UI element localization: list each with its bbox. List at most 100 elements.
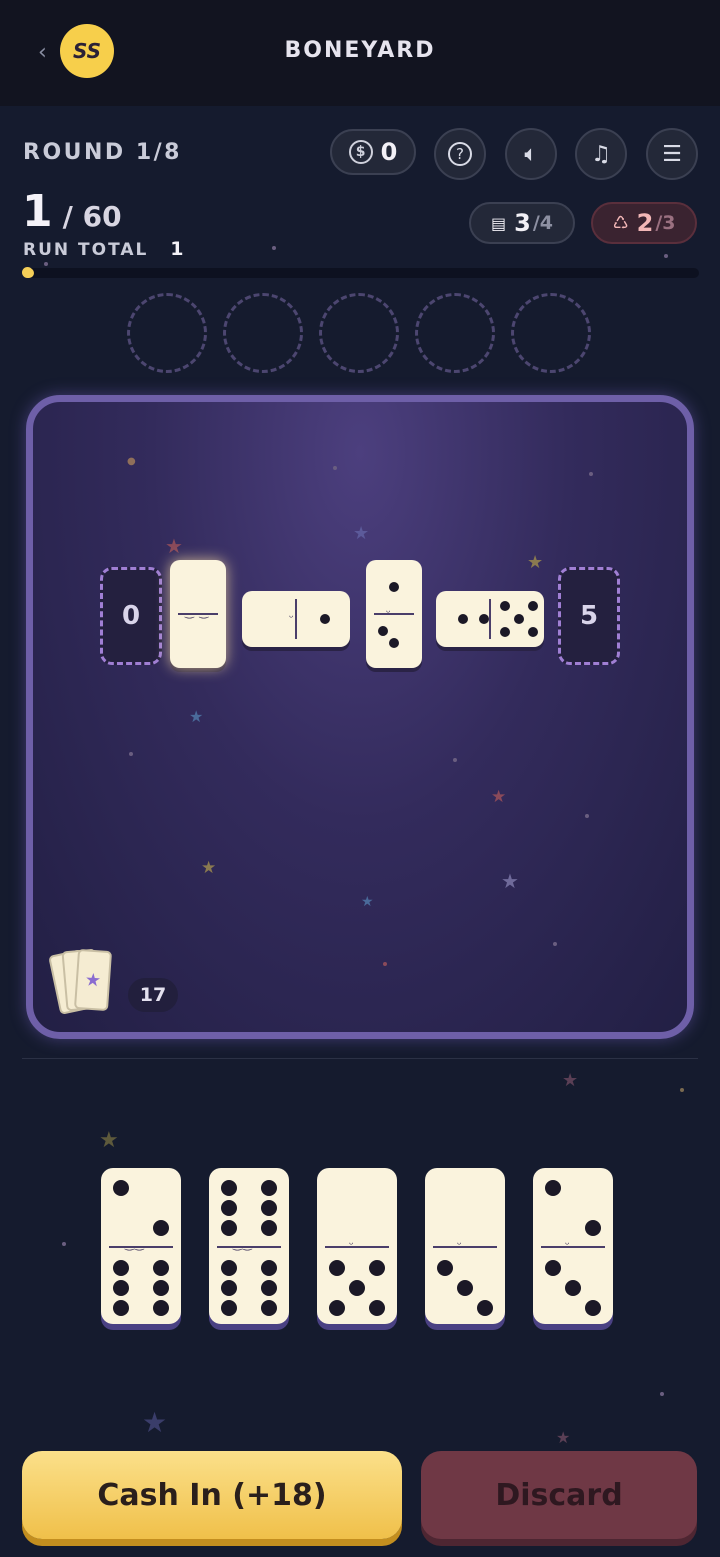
star-icon: ★ xyxy=(361,894,374,910)
hands-counter: ▤ 3 /4 xyxy=(469,202,575,244)
hand-domino-0-3[interactable]: ᵕ xyxy=(425,1168,505,1324)
star-icon: ★ xyxy=(556,1428,571,1447)
domino-face-icon: ᵕ xyxy=(565,1238,571,1251)
coins-value: 0 xyxy=(380,138,398,166)
chain-domino-1-2: ᵕ xyxy=(366,560,422,668)
sound-icon: 🔈︎ xyxy=(524,141,538,167)
score-value: 1 xyxy=(22,186,53,237)
score-target: / 60 xyxy=(62,200,122,233)
pip xyxy=(565,1280,581,1296)
pip xyxy=(113,1260,129,1276)
pip xyxy=(477,1300,493,1316)
star-icon: ★ xyxy=(491,787,507,807)
score: 1 / 60 xyxy=(22,186,122,237)
pip xyxy=(261,1220,277,1236)
star-icon: ★ xyxy=(353,523,370,544)
joker-slot[interactable] xyxy=(319,293,399,373)
pip xyxy=(369,1300,385,1316)
menu-button[interactable]: ☰ xyxy=(646,128,698,180)
domino-face-icon: ᵕ xyxy=(349,1238,355,1251)
joker-slot[interactable] xyxy=(223,293,303,373)
pip xyxy=(261,1260,277,1276)
star-icon: ★ xyxy=(165,534,183,558)
pip xyxy=(437,1260,453,1276)
chain-left-end[interactable]: 0 xyxy=(100,567,162,665)
pip xyxy=(389,582,399,592)
domino-face-icon: ᵕ xyxy=(289,611,295,624)
pip xyxy=(261,1180,277,1196)
run-total-label: RUN TOTAL xyxy=(23,240,149,260)
recycle-icon: ♺ xyxy=(612,212,629,234)
chain-domino-0-1: ᵕ xyxy=(242,591,350,647)
score-progress-bar xyxy=(23,268,699,278)
run-total: RUN TOTAL 1 xyxy=(23,238,186,260)
star-dot xyxy=(660,1392,664,1396)
hand-domino-6-6[interactable]: ‿‿ xyxy=(209,1168,289,1324)
deck-count: 17 xyxy=(128,978,178,1012)
pip xyxy=(479,614,489,624)
pip xyxy=(329,1300,345,1316)
pip xyxy=(261,1300,277,1316)
pip xyxy=(528,601,538,611)
pip xyxy=(221,1280,237,1296)
draw-pile[interactable]: ★ xyxy=(48,946,122,1016)
coins-counter: $ 0 xyxy=(330,129,416,175)
pip xyxy=(153,1300,169,1316)
deck-card: ★ xyxy=(73,948,113,1012)
discards-counter: ♺ 2 /3 xyxy=(591,202,697,244)
domino-divider xyxy=(374,613,414,615)
help-button[interactable]: ? xyxy=(434,128,486,180)
app-title: BONEYARD xyxy=(284,38,436,63)
music-button[interactable]: ♫ xyxy=(575,128,627,180)
joker-slot[interactable] xyxy=(511,293,591,373)
hand-domino-1-6[interactable]: ‿‿ xyxy=(101,1168,181,1324)
pip xyxy=(389,638,399,648)
pip xyxy=(261,1280,277,1296)
pip xyxy=(545,1180,561,1196)
chain-domino-0-0: ‿ ‿ xyxy=(170,560,226,668)
star-dot xyxy=(272,246,276,250)
music-icon: ♫ xyxy=(591,141,611,167)
star-dot xyxy=(589,472,593,476)
chain-right-end[interactable]: 5 xyxy=(558,567,620,665)
star-dot xyxy=(44,262,48,266)
pip xyxy=(221,1200,237,1216)
star-dot xyxy=(553,942,557,946)
pip xyxy=(153,1260,169,1276)
domino-face-icon: ᵕ xyxy=(457,1238,463,1251)
hands-icon: ▤ xyxy=(491,213,507,233)
pip xyxy=(545,1260,561,1276)
pip xyxy=(585,1220,601,1236)
domino-face-icon: ‿‿ xyxy=(233,1238,253,1251)
domino-face-icon: ‿ ‿ xyxy=(185,606,210,619)
pip xyxy=(458,614,468,624)
pip xyxy=(500,601,510,611)
pip xyxy=(320,614,330,624)
pip xyxy=(378,626,388,636)
star-dot xyxy=(453,758,457,762)
chain-domino-2-5 xyxy=(436,591,544,647)
star-icon: ★ xyxy=(99,1128,119,1153)
star-dot xyxy=(680,1088,684,1092)
star-dot xyxy=(62,1242,66,1246)
discards-left: 2 xyxy=(636,209,654,237)
sound-button[interactable]: 🔈︎ xyxy=(505,128,557,180)
pip xyxy=(500,627,510,637)
domino-divider xyxy=(433,1246,497,1248)
star-icon: ★ xyxy=(501,869,519,893)
discard-button[interactable]: Discard xyxy=(421,1451,697,1539)
pip xyxy=(349,1280,365,1296)
joker-slot[interactable] xyxy=(127,293,207,373)
help-icon: ? xyxy=(448,142,472,166)
joker-slot[interactable] xyxy=(415,293,495,373)
pip xyxy=(457,1280,473,1296)
star-icon: ★ xyxy=(142,1406,168,1439)
domino-divider xyxy=(489,599,491,639)
hand-domino-0-5[interactable]: ᵕ xyxy=(317,1168,397,1324)
round-label: ROUND 1/8 xyxy=(23,140,182,165)
cash-in-button[interactable]: Cash In (+18) xyxy=(22,1451,402,1539)
domino-divider xyxy=(325,1246,389,1248)
top-bar: ‹ SS BONEYARD xyxy=(0,0,720,106)
hand-domino-2-3[interactable]: ᵕ xyxy=(533,1168,613,1324)
coin-icon: $ xyxy=(348,140,373,164)
